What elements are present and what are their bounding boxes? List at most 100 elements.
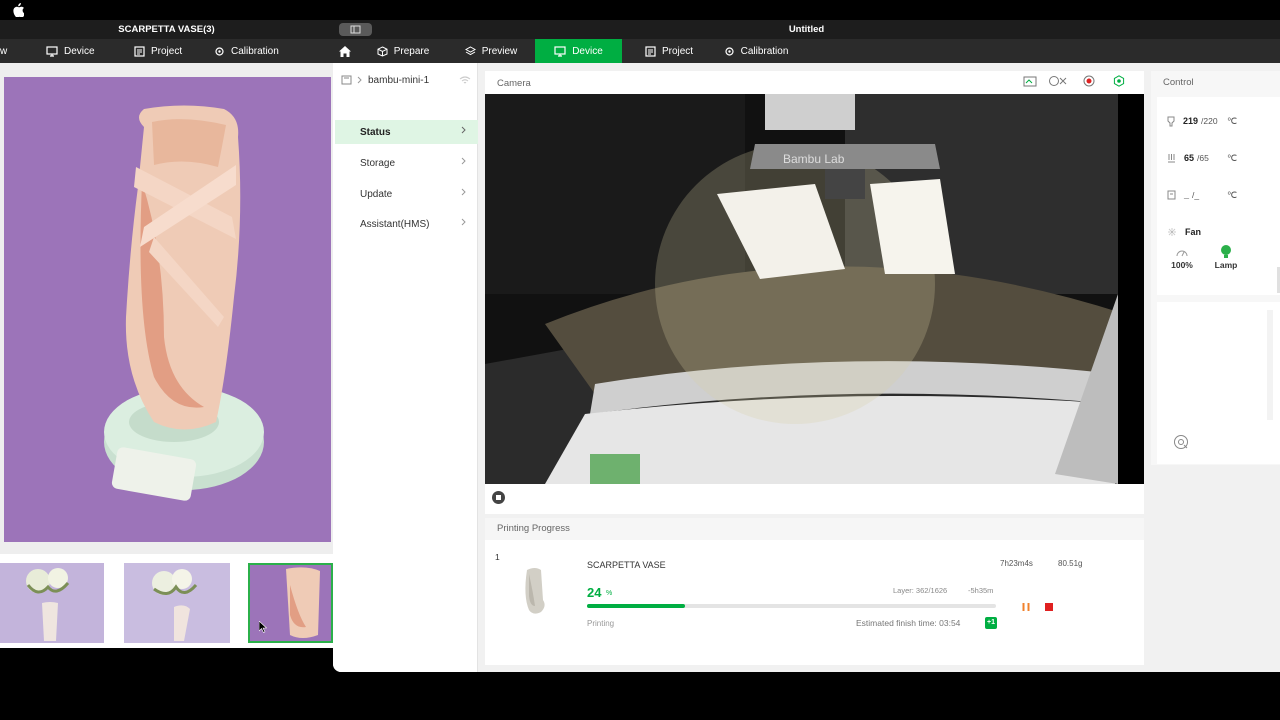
fan-label: Fan	[1185, 227, 1202, 237]
bed-temp-row[interactable]: 65 /65 ℃	[1167, 151, 1237, 165]
menu-status[interactable]: Status	[335, 120, 478, 144]
temperature-card: 219 /220 ℃ 65 /65 ℃ _ /_ ℃ Fan 100% Lamp	[1157, 97, 1280, 295]
bed-temp-unit: ℃	[1227, 152, 1238, 163]
tab-prepare-label: Prepare	[393, 45, 430, 57]
heatbed-icon	[1167, 153, 1176, 163]
calibration-icon	[214, 46, 225, 57]
chevron-right-icon	[461, 126, 466, 134]
menu-assistant-hms[interactable]: Assistant(HMS)	[335, 212, 478, 236]
left-app-window: SCARPETTA VASE(3) w Device Project Calib…	[0, 20, 333, 648]
plate-index: 1	[495, 552, 500, 562]
printer-icon	[341, 75, 352, 85]
menu-update-label: Update	[360, 188, 393, 200]
tab-partial[interactable]: w	[0, 39, 7, 63]
mouse-cursor-icon	[259, 621, 267, 633]
chamber-temp-unit: ℃	[1227, 189, 1238, 200]
camera-switch-icon[interactable]	[1048, 75, 1068, 87]
bambu-studio-window: Untitled Prepare Preview Device Project …	[333, 20, 1280, 672]
timelapse-icon[interactable]	[1113, 75, 1125, 87]
device-icon	[554, 45, 566, 57]
tab-prepare[interactable]: Prepare	[373, 39, 433, 63]
chamber-temp-current: _	[1184, 190, 1190, 200]
tab-calibration-label: Calibration	[231, 45, 279, 57]
menu-storage[interactable]: Storage	[335, 151, 478, 175]
gauge-icon	[1176, 250, 1188, 257]
device-icon	[46, 45, 58, 57]
nozzle-temp-target: /220	[1201, 116, 1218, 126]
scrollbar[interactable]	[1267, 310, 1273, 420]
menu-bar	[0, 0, 1280, 20]
thumbnail-2[interactable]	[124, 563, 230, 643]
calibration-icon	[724, 46, 735, 57]
axis-control-card	[1157, 302, 1280, 464]
tab-project-label: Project	[661, 45, 694, 57]
fan-row: Fan	[1167, 225, 1201, 239]
nozzle-temp-row[interactable]: 219 /220 ℃	[1167, 114, 1237, 128]
sidebar-toggle-button[interactable]	[339, 23, 372, 36]
layers-icon	[464, 45, 476, 57]
left-nav-bar: w Device Project Calibration	[0, 39, 333, 63]
chevron-right-icon	[461, 218, 466, 226]
lamp-icon	[1221, 245, 1231, 258]
lamp-label: Lamp	[1214, 260, 1238, 270]
camera-feed: Bambu Lab	[485, 94, 1144, 484]
stop-stream-button[interactable]	[492, 491, 505, 504]
device-selector[interactable]: bambu-mini-1	[341, 71, 471, 89]
time-remaining: -5h35m	[968, 586, 994, 595]
fan-speed-control[interactable]: 100%	[1165, 247, 1199, 270]
progress-bar	[587, 604, 996, 608]
chevron-right-icon	[357, 76, 362, 84]
lamp-toggle[interactable]: Lamp	[1209, 245, 1243, 270]
tab-project[interactable]: Project	[134, 39, 182, 63]
nozzle-icon	[1167, 116, 1175, 127]
tab-calibration[interactable]: Calibration	[721, 39, 791, 63]
print-status: Printing	[587, 619, 615, 628]
menu-storage-label: Storage	[360, 157, 396, 169]
project-icon	[134, 45, 145, 57]
record-icon[interactable]	[1083, 75, 1095, 87]
tab-calibration-label: Calibration	[740, 45, 789, 57]
tab-project[interactable]: Project	[639, 39, 699, 63]
tab-project-label: Project	[151, 45, 183, 57]
tab-device-label: Device	[64, 45, 95, 57]
chevron-right-icon	[461, 157, 466, 165]
extruder-icon[interactable]	[1173, 434, 1189, 450]
home-icon	[338, 45, 352, 58]
progress-percent-unit: %	[606, 590, 613, 597]
home-button[interactable]	[333, 39, 357, 63]
tab-preview[interactable]: Preview	[461, 39, 521, 63]
camera-panel: Camera Bambu Lab	[485, 71, 1144, 514]
control-panel: Control 219 /220 ℃ 65 /65 ℃ _ /_ ℃ Fan 1…	[1151, 71, 1280, 465]
device-side-panel: bambu-mini-1 Status Storage Update Assis…	[333, 63, 478, 672]
pause-button[interactable]	[1021, 602, 1031, 612]
window-title: Untitled	[333, 20, 1280, 39]
chamber-icon	[1167, 190, 1176, 200]
printing-progress-header: Printing Progress	[485, 518, 1144, 540]
fan-icon	[1167, 227, 1177, 237]
sd-card-icon[interactable]	[1023, 75, 1037, 87]
apple-menu-icon[interactable]	[12, 3, 24, 17]
menu-update[interactable]: Update	[335, 182, 478, 206]
thumbnail-1[interactable]	[0, 563, 104, 643]
screen-bottom-area	[0, 672, 1280, 720]
tab-calibration[interactable]: Calibration	[214, 39, 279, 63]
tab-device[interactable]: Device	[46, 39, 95, 63]
menu-status-label: Status	[360, 126, 391, 138]
printing-progress-panel: Printing Progress 1 SCARPETTA VASE 7h23m…	[485, 518, 1144, 665]
window-title: SCARPETTA VASE(3)	[0, 20, 333, 39]
wifi-icon	[459, 75, 471, 85]
print-total-time: 7h23m4s	[1000, 559, 1033, 568]
main-product-photo	[4, 77, 331, 542]
chamber-temp-row[interactable]: _ /_ ℃	[1167, 188, 1237, 202]
chamber-temp-target: /_	[1192, 190, 1200, 200]
nozzle-temp-unit: ℃	[1227, 115, 1238, 126]
print-job-name: SCARPETTA VASE	[587, 560, 666, 570]
print-weight: 80.51g	[1058, 559, 1083, 568]
progress-bar-fill	[587, 604, 686, 608]
bed-temp-current: 65	[1184, 153, 1195, 163]
tab-preview-label: Preview	[481, 45, 518, 57]
bed-temp-target: /65	[1197, 153, 1209, 163]
tab-partial-label: w	[0, 45, 8, 57]
tab-device[interactable]: Device	[535, 39, 622, 63]
stop-button[interactable]	[1044, 602, 1054, 612]
